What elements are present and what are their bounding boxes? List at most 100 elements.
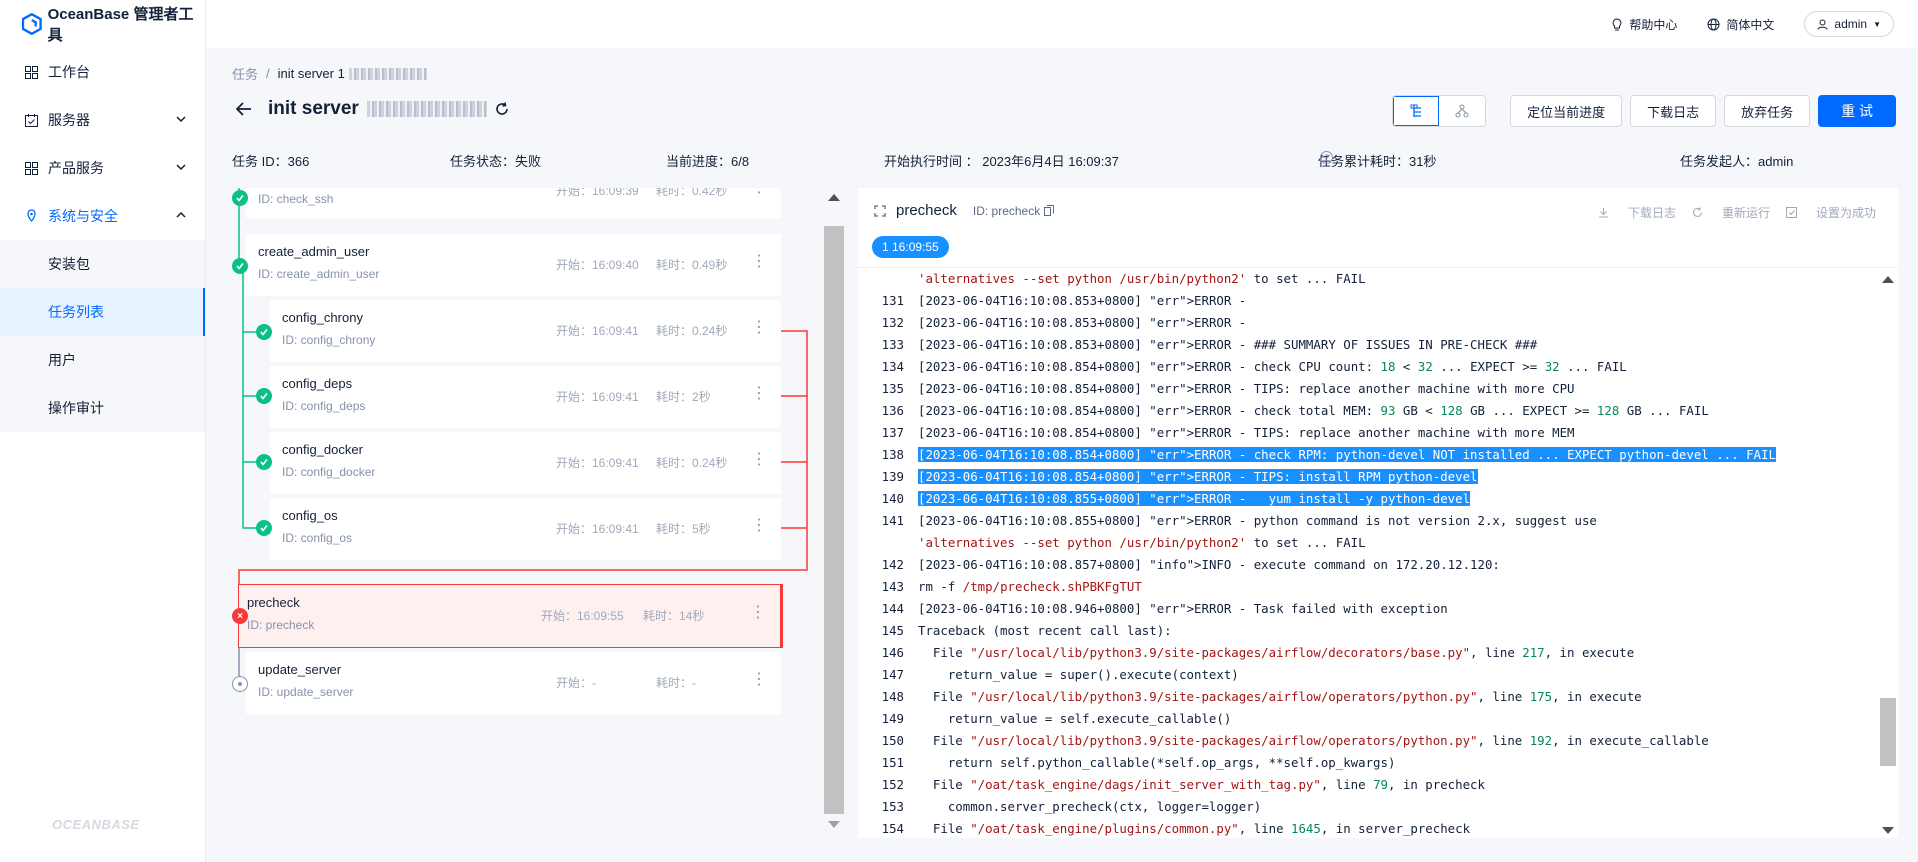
chevron-down-icon (176, 116, 186, 123)
sidebar-item-security[interactable]: 系统与安全 (0, 192, 205, 240)
log-line-number: 149 (881, 711, 904, 726)
log-line: 132 [2023-06-04T16:10:08.853+0800] "err">… (858, 312, 1878, 334)
refresh-icon[interactable] (495, 102, 509, 116)
language-label: 简体中文 (1726, 17, 1775, 32)
log-line-text: rm -f /tmp/precheck.shPBKFgTUT (918, 579, 1142, 594)
scroll-down-arrow[interactable] (828, 821, 840, 828)
log-line-text: return_value = self.execute_callable() (918, 711, 1232, 726)
task-item-precheck[interactable]: precheck ID: precheck 开始：16:09:55 耗时：14秒… (238, 584, 783, 648)
log-mark-success-label: 设置为成功 (1815, 206, 1876, 220)
task-item-config-docker[interactable]: config_docker ID: config_docker 开始：16:09… (270, 432, 781, 494)
sidebar-subitem-users[interactable]: 用户 (0, 336, 205, 384)
more-vertical-icon[interactable]: ⋮ (751, 518, 767, 534)
log-line: 146 File "/usr/local/lib/python3.9/site-… (858, 642, 1878, 664)
sidebar-item-product[interactable]: 产品服务 (0, 144, 205, 192)
log-line-text: return_value = super().execute(context) (918, 667, 1239, 682)
pending-circle-icon (232, 676, 248, 692)
task-duration: 耗时：0.42秒 (656, 188, 728, 198)
more-vertical-icon[interactable]: ⋮ (751, 452, 767, 468)
question-icon[interactable]: ? (1320, 151, 1333, 164)
sidebar-subitem-packages[interactable]: 安装包 (0, 240, 205, 288)
task-name: create_admin_user (258, 244, 370, 259)
task-name: config_chrony (282, 310, 363, 325)
graph-view-button[interactable] (1439, 96, 1486, 126)
abandon-task-button[interactable]: 放弃任务 (1724, 95, 1811, 127)
more-vertical-icon[interactable]: ⋮ (751, 672, 767, 688)
task-start: 开始：16:09:41 (556, 522, 639, 536)
download-log-button[interactable]: 下载日志 (1630, 95, 1717, 127)
locate-progress-button[interactable]: 定位当前进度 (1510, 95, 1623, 127)
language-switch[interactable]: 简体中文 (1707, 16, 1774, 33)
log-line: 141 [2023-06-04T16:10:08.855+0800] "err">… (858, 510, 1878, 532)
log-scrollbar[interactable] (1878, 274, 1898, 838)
expand-icon[interactable] (874, 204, 886, 217)
list-view-button[interactable] (1393, 96, 1440, 126)
task-item-create-admin-user[interactable]: create_admin_user ID: create_admin_user … (246, 234, 781, 296)
log-content[interactable]: 'alternatives --set python /usr/bin/pyth… (858, 268, 1878, 838)
log-line-number: 153 (881, 799, 904, 814)
sidebar-subitem-label: 安装包 (48, 256, 90, 272)
copy-icon[interactable] (1044, 205, 1055, 216)
log-line-text: 'alternatives --set python /usr/bin/pyth… (918, 535, 1366, 550)
task-name: precheck (247, 595, 300, 610)
sidebar-item-dashboard[interactable]: 工作台 (0, 48, 205, 96)
more-vertical-icon[interactable]: ⋮ (751, 254, 767, 270)
more-vertical-icon[interactable]: ⋮ (750, 605, 766, 621)
log-line: 142 [2023-06-04T16:10:08.857+0800] "info"… (858, 554, 1878, 576)
log-attempt-tag[interactable]: 1 16:09:55 (872, 236, 949, 258)
log-line-number: 135 (881, 381, 904, 396)
scrollbar-thumb[interactable] (1880, 698, 1896, 766)
sidebar-subitem-label: 用户 (48, 352, 76, 368)
task-tree-scrollbar[interactable] (824, 188, 844, 830)
download-icon (1598, 208, 1608, 218)
server-icon (24, 113, 38, 127)
task-duration: 耗时：14秒 (643, 609, 705, 623)
task-item-config-chrony[interactable]: config_chrony ID: config_chrony 开始：16:09… (270, 300, 781, 362)
log-mark-success-action[interactable]: 设置为成功 (1785, 204, 1876, 221)
breadcrumb-root[interactable]: 任务 (232, 64, 258, 83)
sidebar-subitem-label: 任务列表 (48, 304, 104, 320)
sidebar-item-server[interactable]: 服务器 (0, 96, 205, 144)
log-line: 148 File "/usr/local/lib/python3.9/site-… (858, 686, 1878, 708)
sidebar-subitem-label: 操作审计 (48, 400, 104, 416)
app-logo[interactable]: OceanBase 管理者工具 (0, 0, 205, 48)
globe-icon (1707, 18, 1720, 30)
scroll-up-arrow[interactable] (1882, 276, 1894, 283)
task-item-check-ssh[interactable]: check_ssh ID: check_ssh 开始：16:09:39 耗时：0… (246, 188, 781, 218)
retry-button[interactable]: 重 试 (1818, 95, 1896, 127)
page-title-row: init server (236, 98, 509, 120)
sidebar-subitem-tasks[interactable]: 任务列表 (0, 288, 205, 336)
log-download-action[interactable]: 下载日志 (1598, 204, 1676, 221)
scroll-down-arrow[interactable] (1882, 827, 1894, 834)
log-line: 140 [2023-06-04T16:10:08.855+0800] "err">… (858, 488, 1878, 510)
task-item-config-os[interactable]: config_os ID: config_os 开始：16:09:41 耗时：5… (270, 498, 781, 560)
more-vertical-icon[interactable]: ⋮ (751, 188, 767, 196)
log-line-text: [2023-06-04T16:10:08.855+0800] "err">ERR… (918, 491, 1471, 506)
log-line-number: 152 (881, 777, 904, 792)
user-menu[interactable]: admin ▼ (1804, 11, 1894, 37)
back-arrow-icon[interactable] (236, 102, 252, 116)
log-line-number: 144 (881, 601, 904, 616)
help-center-link[interactable]: 帮助中心 (1611, 16, 1677, 33)
log-line-text: [2023-06-04T16:10:08.854+0800] "err">ERR… (918, 447, 1776, 462)
task-item-update-server[interactable]: update_server ID: update_server 开始：- 耗时：… (246, 652, 781, 714)
log-line-number: 139 (881, 469, 904, 484)
task-id-label: ID: update_server (258, 685, 354, 699)
log-line-number: 133 (881, 337, 904, 352)
log-line-number: 137 (881, 425, 904, 440)
task-item-config-deps[interactable]: config_deps ID: config_deps 开始：16:09:41 … (270, 366, 781, 428)
task-id: 任务 ID：366 (232, 154, 310, 169)
product-icon (24, 161, 38, 175)
scrollbar-thumb[interactable] (824, 226, 844, 814)
more-vertical-icon[interactable]: ⋮ (751, 386, 767, 402)
sidebar-subitem-audit[interactable]: 操作审计 (0, 384, 205, 432)
task-initiator: 任务发起人：admin (1680, 154, 1794, 169)
task-duration: 耗时：2秒 (656, 390, 711, 404)
log-line-number: 145 (881, 623, 904, 638)
more-vertical-icon[interactable]: ⋮ (751, 320, 767, 336)
task-name: config_deps (282, 376, 353, 391)
task-start-time: 开始执行时间 ： 2023年6月4日 16:09:37 (884, 154, 1119, 169)
scroll-up-arrow[interactable] (828, 194, 840, 201)
log-rerun-action[interactable]: 重新运行 (1692, 204, 1770, 221)
log-line-text: [2023-06-04T16:10:08.854+0800] "err">ERR… (918, 425, 1575, 440)
